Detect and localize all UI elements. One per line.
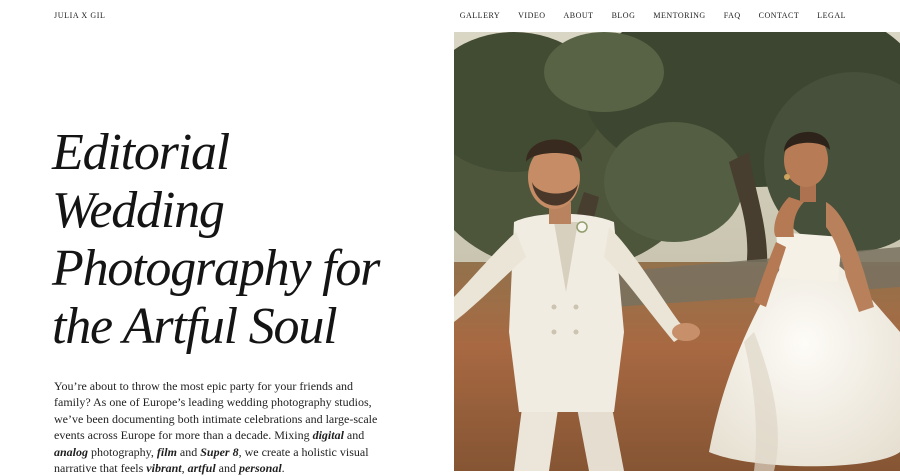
headline-line: the Artful Soul: [52, 298, 338, 355]
nav-link-mentoring[interactable]: MENTORING: [653, 11, 705, 20]
main-navigation: GALLERY VIDEO ABOUT BLOG MENTORING FAQ C…: [442, 11, 846, 20]
intro-text: and: [343, 428, 365, 443]
wedding-couple-photo: [454, 32, 900, 471]
headline-line: Photography for: [52, 240, 380, 297]
page-headline: Editorial Wedding Photography for the Ar…: [52, 124, 412, 356]
headline-line: Editorial: [52, 124, 230, 181]
intro-text: photography,: [88, 444, 157, 459]
intro-text: and: [176, 444, 201, 459]
nav-link-contact[interactable]: CONTACT: [759, 11, 800, 20]
intro-text: and: [215, 461, 239, 476]
nav-link-video[interactable]: VIDEO: [518, 11, 545, 20]
intro-emphasis: personal: [238, 461, 282, 476]
intro-emphasis: artful: [187, 461, 216, 476]
nav-link-blog[interactable]: BLOG: [612, 11, 636, 20]
intro-text: .: [281, 461, 285, 476]
nav-link-gallery[interactable]: GALLERY: [460, 11, 500, 20]
headline-line: Wedding: [52, 182, 225, 239]
intro-emphasis: film: [156, 444, 177, 459]
nav-link-legal[interactable]: LEGAL: [817, 11, 846, 20]
nav-link-about[interactable]: ABOUT: [564, 11, 594, 20]
intro-emphasis: analog: [54, 444, 89, 459]
intro-emphasis: Super 8: [200, 444, 239, 459]
intro-emphasis: digital: [312, 428, 344, 443]
hero-photo: [454, 32, 900, 471]
intro-emphasis: vibrant: [146, 461, 182, 476]
intro-paragraph: You’re about to throw the most epic part…: [54, 378, 384, 476]
nav-link-faq[interactable]: FAQ: [724, 11, 741, 20]
site-logo[interactable]: JULIA X GIL: [54, 11, 105, 20]
